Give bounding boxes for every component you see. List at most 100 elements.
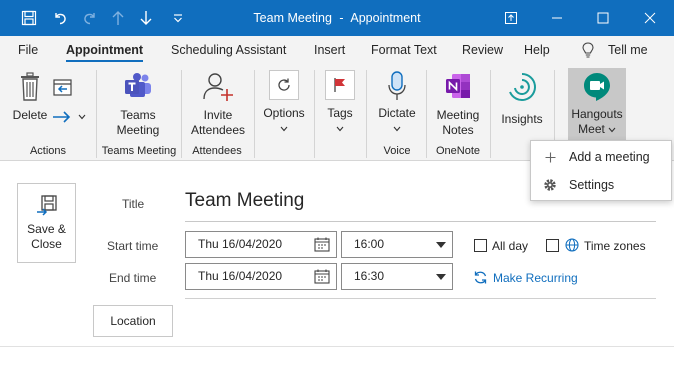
end-time-label: End time xyxy=(109,271,157,285)
invite-attendees-button[interactable]: Invite Attendees xyxy=(186,72,250,138)
onenote-icon xyxy=(446,74,470,98)
end-time-value: 16:30 xyxy=(354,269,385,283)
plus-icon xyxy=(545,152,555,162)
calendar-forward-icon[interactable] xyxy=(52,78,74,100)
window-mode: Appointment xyxy=(350,11,421,25)
invite-label-2: Attendees xyxy=(190,123,246,137)
settings-label: Settings xyxy=(569,178,615,192)
hangouts-meet-button[interactable]: Hangouts Meet xyxy=(568,72,626,137)
meeting-notes-label-1: Meeting xyxy=(436,108,480,122)
add-a-meeting-item[interactable]: Add a meeting xyxy=(531,143,671,171)
title-separator: - xyxy=(339,11,344,25)
tell-me-search[interactable]: Tell me xyxy=(582,36,648,64)
start-date-field[interactable]: Thu 16/04/2020 xyxy=(185,231,337,258)
title-label: Title xyxy=(122,197,145,211)
insights-icon xyxy=(509,73,536,101)
tags-label: Tags xyxy=(327,106,353,120)
tell-me-label: Tell me xyxy=(608,43,648,57)
divider xyxy=(185,298,656,299)
forward-arrow-icon xyxy=(53,111,71,123)
recurring-icon xyxy=(474,271,487,284)
onenote-group-label: OneNote xyxy=(435,145,481,157)
settings-item[interactable]: Settings xyxy=(531,171,671,199)
redo-icon[interactable] xyxy=(76,0,104,36)
divider xyxy=(0,346,674,347)
chevron-down-icon xyxy=(78,114,86,120)
maximize-icon[interactable] xyxy=(580,0,626,36)
forward-button[interactable] xyxy=(52,110,88,124)
voice-group-label: Voice xyxy=(383,145,411,157)
make-recurring-label: Make Recurring xyxy=(493,270,578,285)
delete-label: Delete xyxy=(12,108,48,122)
ribbon-tabs: File Appointment Scheduling Assistant In… xyxy=(0,36,674,64)
up-arrow-icon[interactable] xyxy=(106,0,130,36)
end-date-field[interactable]: Thu 16/04/2020 xyxy=(185,263,337,290)
tab-file[interactable]: File xyxy=(18,36,38,64)
tab-insert[interactable]: Insert xyxy=(314,36,345,64)
down-arrow-icon[interactable] xyxy=(134,0,158,36)
save-label-1: Save & xyxy=(27,222,66,236)
save-icon[interactable] xyxy=(14,0,44,36)
make-recurring-button[interactable]: Make Recurring xyxy=(473,270,578,285)
hangouts-label-1: Hangouts xyxy=(571,107,623,121)
start-time-label: Start time xyxy=(107,239,159,253)
invite-label-1: Invite xyxy=(203,108,233,122)
location-button[interactable]: Location xyxy=(93,305,173,337)
customize-icon[interactable] xyxy=(166,0,190,36)
globe-icon xyxy=(565,238,579,252)
actions-group-label: Actions xyxy=(29,145,67,157)
options-button[interactable]: Options xyxy=(258,70,310,136)
insights-button[interactable]: Insights xyxy=(494,72,550,127)
window-title: Team Meeting xyxy=(253,11,332,25)
tab-scheduling-assistant[interactable]: Scheduling Assistant xyxy=(171,36,286,64)
dictate-button[interactable]: Dictate xyxy=(372,70,422,136)
close-icon[interactable] xyxy=(626,0,674,36)
hangouts-dropdown-menu: Add a meeting Settings xyxy=(530,140,672,201)
meeting-notes-button[interactable]: Meeting Notes xyxy=(430,72,486,138)
calendar-icon[interactable] xyxy=(314,269,330,284)
invite-person-icon xyxy=(203,73,233,101)
tab-appointment[interactable]: Appointment xyxy=(66,36,144,64)
hangouts-icon xyxy=(584,73,610,101)
time-zones-checkbox[interactable] xyxy=(546,239,559,252)
save-label-2: Close xyxy=(31,237,62,251)
teams-meeting-button[interactable]: Teams Meeting xyxy=(106,72,170,138)
time-zones-label: Time zones xyxy=(584,239,646,253)
all-day-checkbox[interactable] xyxy=(474,239,487,252)
tab-format-text[interactable]: Format Text xyxy=(371,36,437,64)
title-bar: Team Meeting - Appointment xyxy=(0,0,674,36)
add-a-meeting-label: Add a meeting xyxy=(569,150,650,164)
restore-down-icon[interactable] xyxy=(488,0,534,36)
dropdown-arrow-icon xyxy=(436,242,446,248)
undo-icon[interactable] xyxy=(46,0,74,36)
meeting-notes-label-2: Notes xyxy=(442,123,474,137)
tab-review[interactable]: Review xyxy=(462,36,503,64)
start-time-select[interactable]: 16:00 xyxy=(341,231,453,258)
save-send-icon xyxy=(36,195,57,216)
teams-label-2: Meeting xyxy=(116,123,160,137)
all-day-label: All day xyxy=(492,239,529,253)
chevron-down-icon xyxy=(608,127,616,132)
flag-icon xyxy=(334,78,345,92)
refresh-icon xyxy=(278,78,290,91)
microphone-icon xyxy=(388,71,406,100)
dropdown-arrow-icon xyxy=(436,274,446,280)
tab-help[interactable]: Help xyxy=(524,36,550,64)
attendees-group-label: Attendees xyxy=(192,145,242,157)
teams-icon xyxy=(125,73,151,97)
gear-icon xyxy=(544,179,556,191)
tags-button[interactable]: Tags xyxy=(318,70,362,136)
end-time-select[interactable]: 16:30 xyxy=(341,263,453,290)
trash-icon xyxy=(21,72,39,101)
insights-label: Insights xyxy=(501,112,543,126)
chevron-down-icon xyxy=(336,126,344,132)
delete-button[interactable]: Delete xyxy=(10,72,50,123)
start-date-value: Thu 16/04/2020 xyxy=(198,237,283,251)
teams-group-label: Teams Meeting xyxy=(101,145,177,157)
dictate-label: Dictate xyxy=(378,106,416,120)
save-and-close-button[interactable]: Save & Close xyxy=(17,183,76,263)
calendar-icon[interactable] xyxy=(314,237,330,252)
end-date-value: Thu 16/04/2020 xyxy=(198,269,283,283)
minimize-icon[interactable] xyxy=(534,0,580,36)
teams-label-1: Teams xyxy=(120,108,156,122)
